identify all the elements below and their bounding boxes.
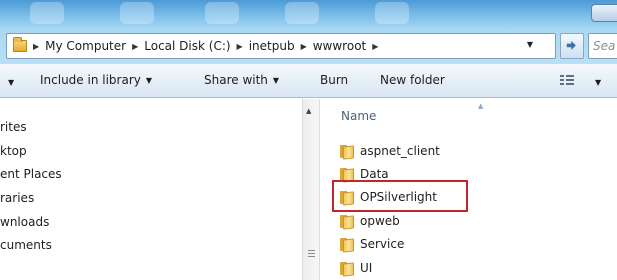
include-in-library-label: Include in library (40, 73, 141, 87)
folder-icon (13, 37, 27, 52)
list-item-opweb[interactable]: opweb (339, 212, 400, 230)
nav-item-documents[interactable]: cuments (0, 238, 52, 252)
burn-button[interactable]: Burn (320, 73, 348, 87)
list-item-label: Data (360, 167, 389, 181)
nav-item-recent-places[interactable]: ent Places (0, 167, 62, 181)
include-in-library-button[interactable]: Include in library ▼ (40, 73, 152, 87)
share-with-button[interactable]: Share with ▼ (204, 73, 279, 87)
list-item-ui[interactable]: UI (339, 259, 372, 277)
new-folder-button[interactable]: New folder (380, 73, 445, 87)
command-bar: ▼ Include in library ▼ Share with ▼ Burn N… (0, 64, 617, 98)
column-header-name[interactable]: Name (341, 109, 376, 123)
list-item-label: Service (360, 237, 405, 251)
nav-item-favorites[interactable]: rites (0, 120, 27, 134)
window-control-button[interactable] (591, 4, 617, 22)
breadcrumb-local-disk[interactable]: Local Disk (C:) (144, 39, 230, 53)
folder-icon (339, 237, 354, 253)
organize-dropdown-icon[interactable]: ▼ (8, 75, 14, 89)
nav-item-downloads[interactable]: wnloads (0, 215, 49, 229)
sort-ascending-icon: ▲ (478, 102, 484, 110)
taskbar-glow (375, 2, 409, 24)
list-item-aspnet-client[interactable]: aspnet_client (339, 142, 440, 160)
taskbar-glow (285, 2, 319, 24)
view-options-dropdown-icon[interactable]: ▼ (595, 75, 601, 89)
search-input[interactable]: Sea (588, 33, 617, 59)
nav-pane-scrollbar[interactable]: ▲ (302, 99, 320, 280)
window-title-bar (0, 0, 617, 30)
breadcrumb-inetpub[interactable]: inetpub (249, 39, 295, 53)
refresh-button[interactable] (560, 33, 584, 59)
folder-icon (339, 144, 354, 160)
chevron-right-icon[interactable]: ▶ (301, 42, 307, 51)
address-history-dropdown-icon[interactable]: ▼ (527, 40, 533, 49)
chevron-right-icon[interactable]: ▶ (132, 42, 138, 51)
chevron-right-icon[interactable]: ▶ (372, 42, 378, 51)
list-item-label: opweb (360, 214, 400, 228)
change-view-icon[interactable] (560, 75, 574, 85)
taskbar-glow (120, 2, 154, 24)
folder-icon (339, 261, 354, 277)
taskbar-glow (205, 2, 239, 24)
scroll-thumb-grip[interactable] (308, 250, 315, 257)
nav-item-desktop[interactable]: ktop (0, 144, 27, 158)
highlight-annotation-box (332, 180, 468, 212)
address-bar-row: ▶ My Computer ▶ Local Disk (C:) ▶ inetpu… (0, 30, 617, 64)
chevron-right-icon[interactable]: ▶ (33, 42, 39, 51)
list-item-label: UI (360, 261, 373, 275)
list-item-service[interactable]: Service (339, 235, 404, 253)
chevron-down-icon: ▼ (272, 76, 280, 85)
navigation-pane: rites ktop ent Places raries wnloads cum… (0, 99, 302, 280)
nav-item-libraries[interactable]: raries (0, 191, 34, 205)
chevron-right-icon[interactable]: ▶ (237, 42, 243, 51)
taskbar-glow (30, 2, 64, 24)
share-with-label: Share with (204, 73, 268, 87)
refresh-icon (566, 40, 576, 50)
scroll-up-arrow-icon[interactable]: ▲ (306, 107, 311, 115)
breadcrumb-wwwroot[interactable]: wwwroot (313, 39, 367, 53)
folder-icon (339, 214, 354, 230)
breadcrumb-my-computer[interactable]: My Computer (45, 39, 126, 53)
address-bar[interactable]: ▶ My Computer ▶ Local Disk (C:) ▶ inetpu… (6, 33, 556, 59)
chevron-down-icon: ▼ (145, 76, 153, 85)
list-item-label: aspnet_client (360, 144, 440, 158)
